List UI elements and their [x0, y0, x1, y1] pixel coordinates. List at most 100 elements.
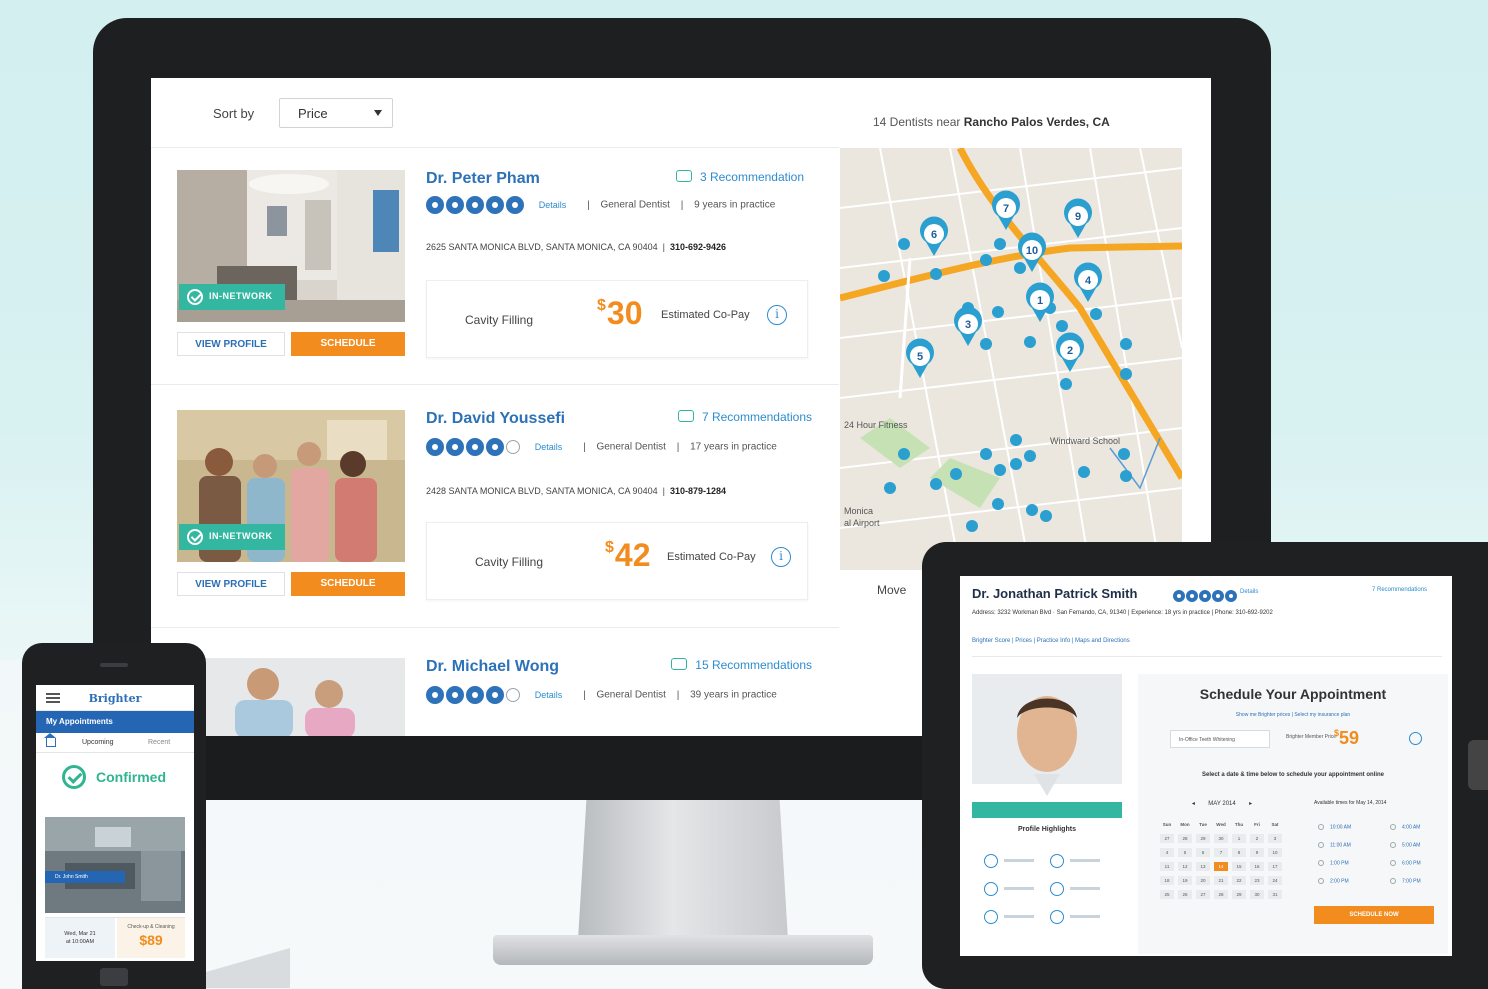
calendar-day[interactable]: 10: [1268, 848, 1282, 857]
schedule-button[interactable]: SCHEDULE: [291, 572, 405, 596]
map-dot[interactable]: [980, 254, 992, 266]
details-link[interactable]: Details: [535, 442, 563, 452]
map-dot[interactable]: [992, 498, 1004, 510]
sort-dropdown[interactable]: Price: [279, 98, 393, 128]
schedule-subtitle[interactable]: Show me Brighter prices | Select my insu…: [1138, 712, 1448, 718]
map-dot[interactable]: [1090, 308, 1102, 320]
dentist-name[interactable]: Dr. David Youssefi: [426, 410, 565, 428]
time-slot[interactable]: 6:00 PM: [1390, 860, 1421, 866]
calendar-day[interactable]: 7: [1214, 848, 1228, 857]
recommendations-link[interactable]: 7 Recommendations: [677, 410, 812, 424]
home-icon[interactable]: [44, 733, 56, 747]
calendar-day[interactable]: 1: [1232, 834, 1246, 843]
map-dot[interactable]: [1024, 450, 1036, 462]
dentist-name[interactable]: Dr. Peter Pham: [426, 170, 540, 188]
details-link[interactable]: Details: [535, 690, 563, 700]
calendar-day[interactable]: 15: [1232, 862, 1246, 871]
calendar-day[interactable]: 12: [1178, 862, 1192, 871]
recommendations-link[interactable]: 3 Recommendation: [675, 170, 804, 184]
calendar-day[interactable]: 22: [1232, 876, 1246, 885]
map-dot[interactable]: [1118, 448, 1130, 460]
map-dot[interactable]: [980, 448, 992, 460]
map-dot[interactable]: [992, 306, 1004, 318]
prev-month-icon[interactable]: ◂: [1192, 801, 1195, 807]
info-icon[interactable]: [1409, 732, 1422, 745]
calendar-day[interactable]: 29: [1232, 890, 1246, 899]
phone-number[interactable]: 310-879-1284: [670, 486, 726, 496]
map-dot[interactable]: [1060, 378, 1072, 390]
map-dot[interactable]: [1056, 320, 1068, 332]
calendar-day[interactable]: 30: [1250, 890, 1264, 899]
map-pin[interactable]: 2: [1056, 332, 1084, 372]
map-dot[interactable]: [1120, 470, 1132, 482]
calendar-day[interactable]: 24: [1268, 876, 1282, 885]
calendar-day[interactable]: 21: [1214, 876, 1228, 885]
calendar-day[interactable]: 23: [1250, 876, 1264, 885]
calendar-day[interactable]: 31: [1268, 890, 1282, 899]
map-dot[interactable]: [994, 464, 1006, 476]
view-profile-button[interactable]: VIEW PROFILE: [177, 572, 285, 596]
calendar-day[interactable]: 3: [1268, 834, 1282, 843]
map-dot[interactable]: [1078, 466, 1090, 478]
info-icon[interactable]: i: [767, 305, 787, 325]
map-pin[interactable]: 3: [954, 306, 982, 346]
map-dot[interactable]: [1014, 262, 1026, 274]
profile-nav[interactable]: Brighter Score | Prices | Practice Info …: [972, 638, 1130, 644]
tab-upcoming[interactable]: Upcoming: [82, 739, 114, 746]
calendar-day[interactable]: 20: [1196, 876, 1210, 885]
next-month-icon[interactable]: ▸: [1249, 801, 1252, 807]
view-profile-button[interactable]: VIEW PROFILE: [177, 332, 285, 356]
map-dot[interactable]: [1040, 510, 1052, 522]
map-pin[interactable]: 7: [992, 190, 1020, 230]
calendar-day[interactable]: 18: [1160, 876, 1174, 885]
map-pin[interactable]: 4: [1074, 262, 1102, 302]
map-dot[interactable]: [1120, 338, 1132, 350]
map-pin[interactable]: 6: [920, 216, 948, 256]
calendar-day[interactable]: 27: [1160, 834, 1174, 843]
map-dot[interactable]: [980, 338, 992, 350]
recommendations-link[interactable]: 7 Recommendations: [1372, 587, 1427, 593]
map-dot[interactable]: [930, 268, 942, 280]
service-select[interactable]: In-Office Teeth Whitening: [1170, 730, 1270, 748]
calendar-day[interactable]: 28: [1178, 834, 1192, 843]
calendar-day[interactable]: 13: [1196, 862, 1210, 871]
calendar-day[interactable]: 6: [1196, 848, 1210, 857]
calendar-day[interactable]: 30: [1214, 834, 1228, 843]
map[interactable]: 6 7 9 10 4 1 3 2 5 24 Hour Fitness Windward School…: [840, 148, 1182, 570]
details-link[interactable]: Details: [1240, 589, 1258, 595]
calendar-day[interactable]: 5: [1178, 848, 1192, 857]
map-dot[interactable]: [966, 520, 978, 532]
map-dot[interactable]: [930, 478, 942, 490]
calendar-day[interactable]: 16: [1250, 862, 1264, 871]
time-slot[interactable]: 5:00 AM: [1390, 842, 1420, 848]
map-dot[interactable]: [878, 270, 890, 282]
calendar-day-selected[interactable]: 14: [1214, 862, 1228, 871]
calendar-day[interactable]: 8: [1232, 848, 1246, 857]
map-dot[interactable]: [1120, 368, 1132, 380]
map-dot[interactable]: [898, 238, 910, 250]
calendar-day[interactable]: 11: [1160, 862, 1174, 871]
calendar-day[interactable]: 2: [1250, 834, 1264, 843]
time-slot[interactable]: 2:00 PM: [1318, 878, 1349, 884]
calendar-day[interactable]: 28: [1214, 890, 1228, 899]
recommendations-link[interactable]: 15 Recommendations: [671, 658, 812, 672]
dentist-name[interactable]: Dr. Michael Wong: [426, 658, 559, 676]
map-dot[interactable]: [994, 238, 1006, 250]
phone-number[interactable]: 310-692-9426: [670, 242, 726, 252]
schedule-now-button[interactable]: SCHEDULE NOW: [1314, 906, 1434, 924]
details-link[interactable]: Details: [539, 200, 567, 210]
map-dot[interactable]: [1024, 336, 1036, 348]
map-pin[interactable]: 9: [1064, 198, 1092, 238]
calendar-day[interactable]: 19: [1178, 876, 1192, 885]
calendar-day[interactable]: 29: [1196, 834, 1210, 843]
calendar-day[interactable]: 26: [1178, 890, 1192, 899]
calendar-day[interactable]: 27: [1196, 890, 1210, 899]
calendar-day[interactable]: 17: [1268, 862, 1282, 871]
map-pin[interactable]: 5: [906, 338, 934, 378]
map-dot[interactable]: [898, 448, 910, 460]
map-pin[interactable]: 1: [1026, 282, 1054, 322]
map-dot[interactable]: [884, 482, 896, 494]
schedule-button[interactable]: SCHEDULE: [291, 332, 405, 356]
time-slot[interactable]: 10:00 AM: [1318, 824, 1351, 830]
tab-recent[interactable]: Recent: [148, 739, 170, 746]
